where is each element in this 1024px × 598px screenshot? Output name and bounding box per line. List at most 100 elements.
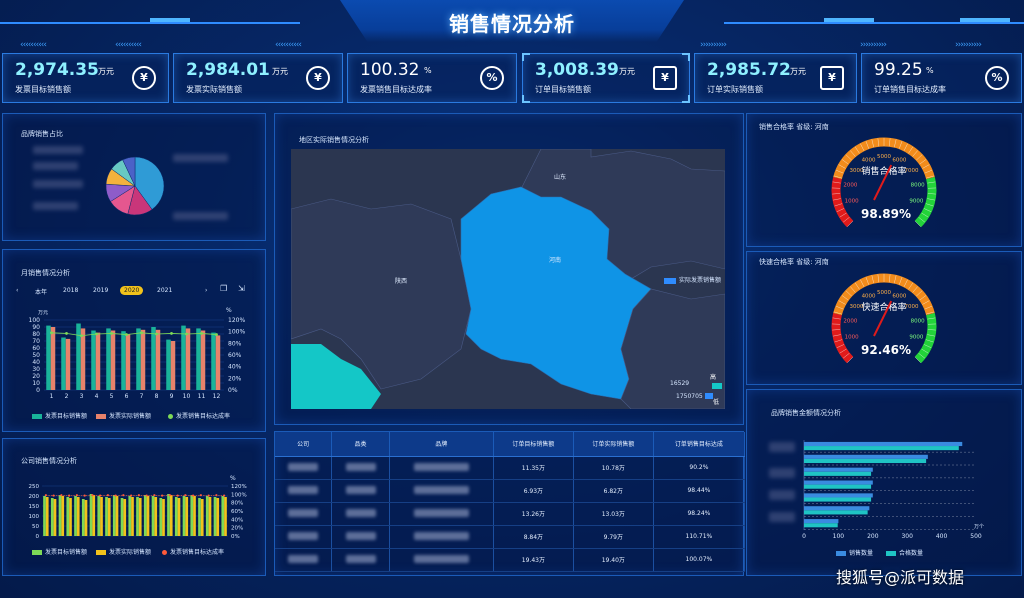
bar [89, 494, 93, 536]
bar [120, 498, 124, 536]
bar [804, 454, 928, 459]
blurred-cell [413, 462, 469, 471]
kpi-value: 2,974.35 [15, 60, 99, 80]
y2-tick-label: 0% [231, 534, 240, 540]
table-row[interactable]: 11.35万 10.78万 90.2% [275, 456, 746, 480]
kpi-card-order-actual[interactable]: 2,985.72 万元 订单实际销售额 ¥ [694, 53, 857, 103]
page-title: 销售情况分析 [449, 12, 575, 36]
rate-point [185, 332, 188, 336]
y-tick-label: 40 [32, 359, 40, 366]
x-tick-label: 5 [110, 393, 114, 400]
table-header-cell[interactable]: 订单实际销售额 [573, 432, 654, 457]
y-tick-label: 250 [29, 484, 40, 490]
y-tick-label: 30 [32, 366, 40, 373]
bar [170, 341, 176, 390]
kpi-card-invoice-actual[interactable]: 2,984.01 万元 发票实际销售额 ¥ [173, 53, 343, 103]
bar [143, 495, 147, 536]
year-tab-active[interactable]: 2020 [120, 286, 144, 295]
kpi-card-order-rate[interactable]: 99.25 % 订单销售目标达成率 % [861, 53, 1022, 103]
kpi-label: 订单实际销售额 [707, 85, 763, 94]
gauge-tick-label: 5000 [877, 290, 891, 296]
header-chevrons-right-3: ›››››››››› [955, 40, 982, 50]
kpi-card-order-target[interactable]: 3,008.39 万元 订单目标销售额 ¥ [522, 53, 690, 103]
kpi-value: 3,008.39 [535, 60, 619, 80]
brand-legend-item[interactable]: 合格数量 [886, 548, 923, 557]
table-row[interactable]: 6.93万 6.82万 98.44% [275, 479, 746, 503]
y2-unit-label: % [230, 475, 236, 482]
year-next-arrow[interactable]: › [205, 287, 207, 294]
year-tab[interactable]: 2019 [93, 287, 108, 294]
rate-point [114, 494, 117, 497]
monthly-legend-item[interactable]: 发票目标销售额 [32, 411, 87, 420]
x-tick-label: 2 [65, 393, 69, 400]
x-tick-label: 7 [140, 393, 144, 400]
company-legend-item[interactable]: 发票实际销售额 [96, 547, 151, 556]
y2-tick-label: 120% [228, 317, 245, 324]
money-bag-icon: ¥ [132, 66, 156, 90]
kpi-unit: % [926, 66, 934, 75]
kpi-label: 发票目标销售额 [15, 85, 71, 94]
table-header-cell[interactable]: 订单销售目标达成 [653, 432, 746, 457]
yen-house-icon: ¥ [820, 66, 844, 90]
gauge-tick-label: 6000 [892, 294, 906, 300]
x-tick-label: 500 [970, 533, 982, 540]
bar [185, 497, 189, 536]
y-tick-label: 0 [36, 534, 40, 540]
bar [200, 330, 206, 390]
kpi-unit: 万元 [619, 67, 635, 76]
table-row[interactable]: 19.43万 19.40万 100.07% [275, 548, 746, 572]
table-header-cell[interactable]: 订单目标销售额 [493, 432, 574, 457]
bar [140, 329, 146, 390]
y2-tick-label: 120% [231, 484, 247, 490]
bar [92, 495, 96, 536]
map-legend[interactable]: 实际发票销售额 [664, 275, 721, 284]
bar [151, 496, 155, 536]
rate-point [199, 494, 202, 497]
company-legend-item[interactable]: 发票目标销售额 [32, 547, 87, 556]
kpi-card-invoice-target[interactable]: 2,974.35 万元 发票目标销售额 ¥ [2, 53, 169, 103]
year-tab[interactable]: 本年 [35, 287, 47, 296]
monthly-legend-item[interactable]: 发票实际销售额 [96, 411, 151, 420]
rate-point [200, 332, 203, 335]
percent-icon: % [985, 66, 1009, 90]
gauge-tick-label: 1000 [845, 335, 859, 341]
bar [216, 498, 220, 536]
y-tick-label: 100 [29, 514, 40, 520]
kpi-card-invoice-rate[interactable]: 100.32 % 发票销售目标达成率 % [347, 53, 517, 103]
bar [65, 338, 71, 390]
table-row[interactable]: 8.84万 9.79万 110.71% [275, 525, 746, 549]
table-header-cell[interactable]: 品类 [331, 432, 390, 457]
map-label-shandong: 山东 [554, 173, 566, 181]
bar [125, 334, 131, 390]
rate-point [122, 494, 125, 497]
copy-icon[interactable]: ❐ [220, 284, 227, 293]
table-header-cell[interactable]: 品牌 [389, 432, 494, 457]
export-icon[interactable]: ⇲ [238, 284, 245, 293]
gauge-label: 快速合格率 [861, 301, 906, 313]
bar [84, 500, 88, 536]
x-tick-label: 12 [213, 393, 221, 400]
table-header-cell[interactable]: 公司 [275, 432, 333, 457]
year-tab[interactable]: 2021 [157, 287, 172, 294]
bar [107, 498, 111, 536]
rate-point [50, 331, 53, 335]
rate-point [153, 494, 156, 497]
bar [159, 498, 163, 536]
brand-legend-item[interactable]: 销售数量 [836, 548, 873, 557]
bar [804, 471, 872, 476]
header-chevrons-left: ‹‹‹‹‹‹‹‹‹‹ [20, 40, 47, 50]
year-prev-arrow[interactable]: ‹ [16, 287, 18, 294]
year-tab[interactable]: 2018 [63, 287, 78, 294]
bar [61, 337, 66, 390]
bar [205, 496, 209, 536]
region-map[interactable]: 山东 河南 陕西 [291, 149, 725, 409]
table-cell: 11.35万 [493, 456, 574, 480]
bar [211, 332, 216, 390]
table-row[interactable]: 13.26万 13.03万 98.24% [275, 502, 746, 526]
bar [80, 328, 86, 390]
company-legend-item[interactable]: 发票销售目标达成率 [162, 547, 224, 556]
rate-point [168, 494, 171, 497]
rate-point [80, 334, 83, 338]
rate-point [145, 494, 148, 497]
monthly-legend-item[interactable]: 发票销售目标达成率 [168, 411, 230, 420]
